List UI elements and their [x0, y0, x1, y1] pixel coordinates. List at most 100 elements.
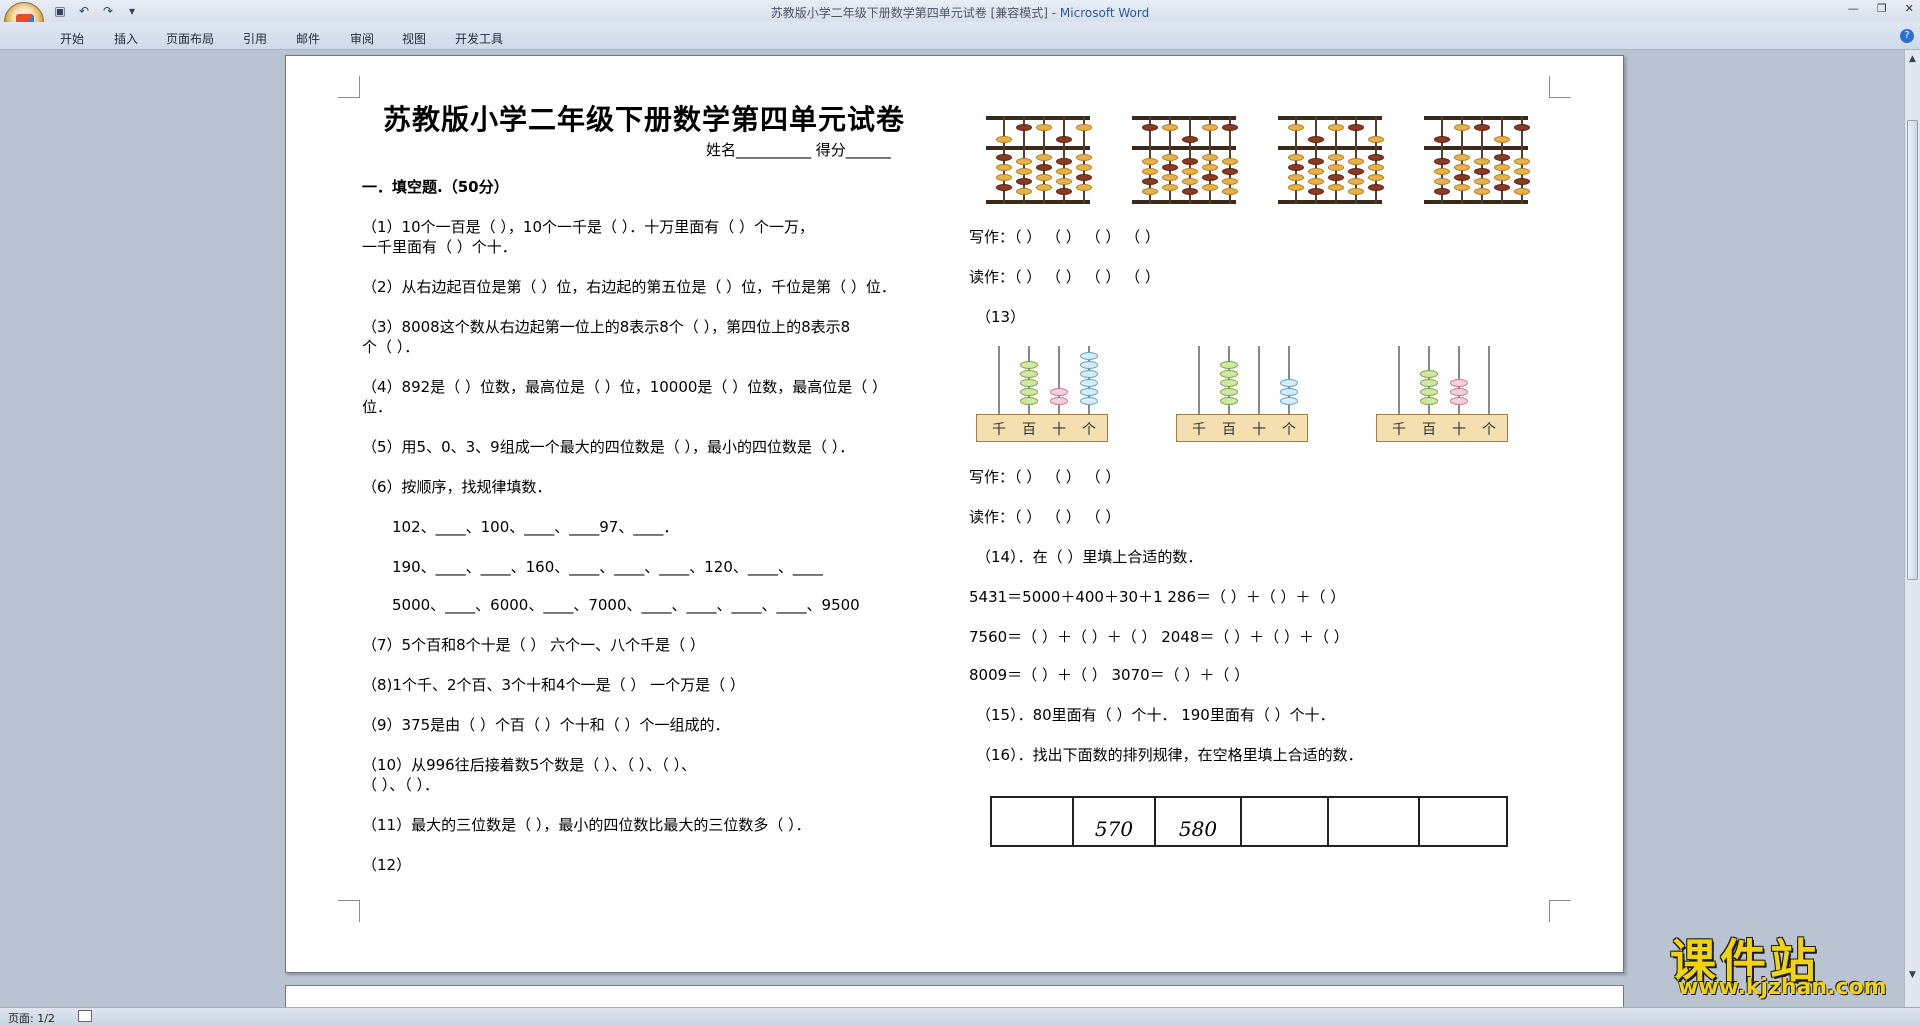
counting-bead: [1080, 388, 1098, 396]
counting-bead: [1280, 397, 1298, 405]
document-title-text: 苏教版小学二年级下册数学第四单元试卷 [兼容模式] -: [770, 6, 1060, 20]
counting-bead: [1420, 379, 1438, 387]
question-11: （11）最大的三位数是（ ），最小的四位数比最大的三位数多（ ）．: [362, 816, 811, 834]
abacus-bead: [1348, 124, 1364, 131]
place-value-label: 千: [1192, 422, 1206, 438]
save-icon[interactable]: ▣: [52, 3, 68, 19]
abacus-bead: [1056, 188, 1072, 195]
abacus-frame: [1132, 200, 1236, 204]
abacus-bead: [1202, 154, 1218, 161]
table-cell: 570: [1074, 798, 1156, 845]
place-value-label: 十: [1252, 422, 1266, 438]
proofing-icon[interactable]: [78, 1010, 92, 1022]
tab-developer[interactable]: 开发工具: [455, 30, 503, 47]
abacus-image-3: [1278, 116, 1384, 206]
abacus-frame: [986, 116, 1090, 120]
abacus-frame: [1278, 200, 1382, 204]
abacus-bead: [1016, 178, 1032, 185]
counting-bead: [1280, 379, 1298, 387]
quick-access-toolbar: ▣ ↶ ↷ ▾: [52, 3, 140, 19]
tab-insert[interactable]: 插入: [114, 30, 138, 47]
table-cell: 580: [1156, 798, 1242, 845]
abacus-bead: [1222, 178, 1238, 185]
abacus-bead: [1514, 124, 1530, 131]
name-score-line: 姓名__________ 得分______: [706, 141, 891, 159]
abacus-bead: [1368, 184, 1384, 191]
question-5: （5）用5、0、3、9组成一个最大的四位数是（ ），最小的四位数是（ ）．: [362, 438, 855, 456]
tab-home[interactable]: 开始: [60, 30, 84, 47]
document-page[interactable]: 苏教版小学二年级下册数学第四单元试卷 姓名__________ 得分______…: [285, 55, 1624, 973]
abacus-bead: [1202, 164, 1218, 171]
counting-bead: [1080, 370, 1098, 378]
counting-bead: [1220, 379, 1238, 387]
abacus-bead: [1328, 174, 1344, 181]
abacus-bead: [1202, 124, 1218, 131]
tab-review[interactable]: 审阅: [350, 30, 374, 47]
abacus-bead: [1494, 184, 1510, 191]
abacus-bead: [1434, 136, 1450, 143]
abacus-bead: [1288, 174, 1304, 181]
abacus-bead: [1016, 158, 1032, 165]
minimize-icon[interactable]: —: [1848, 2, 1859, 15]
abacus-frame: [986, 200, 1090, 204]
abacus-bead: [1494, 174, 1510, 181]
place-value-label: 千: [992, 422, 1006, 438]
question-6-sequence-b: 190、____、____、160、____、____、____、120、___…: [392, 558, 823, 576]
table-cell: [1242, 798, 1329, 845]
customize-qat-icon[interactable]: ▾: [124, 3, 140, 19]
tab-mailings[interactable]: 邮件: [296, 30, 320, 47]
abacus-bead: [1494, 136, 1510, 143]
abacus-bead: [1016, 124, 1032, 131]
abacus-bead: [1036, 184, 1052, 191]
question-12: （12）: [362, 856, 412, 874]
abacus-bead: [1348, 158, 1364, 165]
help-icon[interactable]: ?: [1900, 29, 1914, 43]
abacus-bead: [1222, 168, 1238, 175]
abacus-bead: [1182, 158, 1198, 165]
counting-bead: [1080, 397, 1098, 405]
page-count[interactable]: 页面: 1/2: [8, 1010, 55, 1025]
abacus-bead: [1454, 154, 1470, 161]
tab-view[interactable]: 视图: [402, 30, 426, 47]
table-cell: [1420, 798, 1506, 845]
scroll-thumb[interactable]: [1907, 120, 1918, 580]
question-14-row-c: 8009＝（ ）＋（ ） 3070＝（ ）＋（ ）: [969, 666, 1250, 684]
question-2: （2）从右边起百位是第（ ）位，右边起的第五位是（ ）位，千位是第（ ）位．: [362, 278, 896, 296]
question-1-line1: （1）10个一百是（ ），10个一千是（ ）．十万里面有（ ）个一万，: [362, 218, 815, 236]
abacus-bead: [1016, 168, 1032, 175]
counting-bead: [1450, 379, 1468, 387]
tab-references[interactable]: 引用: [243, 30, 267, 47]
abacus-bead: [1036, 154, 1052, 161]
abacus-frame: [1132, 146, 1236, 150]
abacus-bead: [1162, 154, 1178, 161]
abacus-bead: [1348, 188, 1364, 195]
place-value-label: 百: [1022, 422, 1036, 438]
question-9: （9）375是由（ ）个百（ ）个十和（ ）个一组成的．: [362, 716, 730, 734]
scroll-up-icon[interactable]: ▲: [1907, 54, 1918, 65]
question-8: （8)1个千、2个百、3个十和4个一是（ ） 一个万是（ ）: [362, 676, 745, 694]
abacus-bead: [1308, 136, 1324, 143]
counting-bead: [1220, 370, 1238, 378]
abacus-bead: [1162, 124, 1178, 131]
abacus-bead: [1368, 174, 1384, 181]
restore-icon[interactable]: ❐: [1877, 2, 1887, 15]
tab-page-layout[interactable]: 页面布局: [166, 30, 214, 47]
place-value-label: 百: [1422, 422, 1436, 438]
abacus-bead: [996, 136, 1012, 143]
question-10-line2: （ ）、（ ）．: [362, 776, 440, 794]
abacus-bead: [1454, 184, 1470, 191]
redo-icon[interactable]: ↷: [100, 3, 116, 19]
abacus-bead: [1036, 164, 1052, 171]
vertical-scrollbar[interactable]: ▲ ▼: [1904, 50, 1920, 1007]
number-pattern-table: 570 580: [990, 796, 1508, 847]
abacus-bead: [1288, 124, 1304, 131]
abacus-bead: [1076, 154, 1092, 161]
abacus-bead: [1288, 154, 1304, 161]
counting-bead: [1220, 397, 1238, 405]
counting-bead: [1450, 397, 1468, 405]
undo-icon[interactable]: ↶: [76, 3, 92, 19]
close-icon[interactable]: ✕: [1905, 2, 1914, 15]
abacus-bead: [1308, 158, 1324, 165]
question-6: （6）按顺序，找规律填数．: [362, 478, 552, 496]
counting-bead: [1020, 397, 1038, 405]
